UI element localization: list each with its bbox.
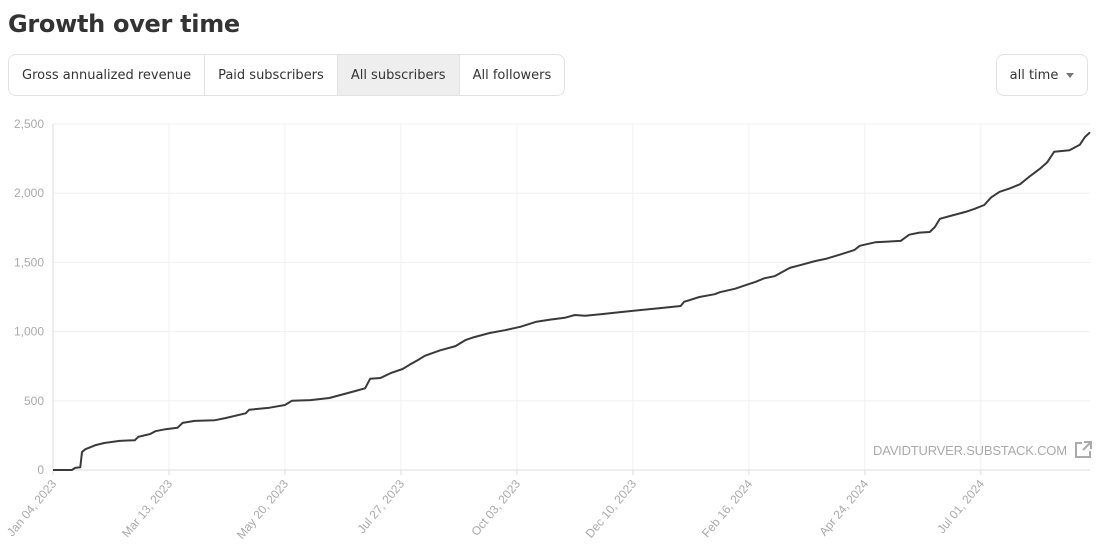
publication-url: DAVIDTURVER.SUBSTACK.COM [873,442,1067,458]
growth-chart: 0 500 1,000 1,500 2,000 2,500 Jan 04, 2023 Mar … [4,117,1091,542]
y-tick-label: 1,500 [14,255,44,269]
y-tick-label: 500 [24,394,44,408]
x-tick-label: May 20, 2023 [234,477,292,542]
x-tick-label: Feb 16, 2024 [699,477,755,540]
y-tick-label: 0 [37,463,44,477]
x-tick-label: Apr 24, 2024 [816,477,871,539]
external-link-icon [1074,441,1092,458]
y-tick-label: 2,500 [14,117,44,131]
y-tick-label: 2,000 [14,186,44,200]
y-tick-label: 1,000 [14,325,44,339]
x-tick-label: Dec 10, 2023 [583,477,640,541]
axes [52,124,1090,475]
series-line-all-subscribers [53,131,1091,471]
x-tick-label: Jul 01, 2024 [934,477,987,536]
x-tick-label: Mar 13, 2023 [119,477,175,540]
publication-link[interactable]: DAVIDTURVER.SUBSTACK.COM [873,440,1093,460]
x-tick-label: Jul 27, 2023 [354,477,407,536]
tick-labels: 0 500 1,000 1,500 2,000 2,500 Jan 04, 2023 Mar … [4,117,987,542]
x-tick-label: Jan 04, 2023 [4,477,60,539]
grid [53,123,1090,470]
x-tick-label: Oct 03, 2023 [468,477,523,539]
